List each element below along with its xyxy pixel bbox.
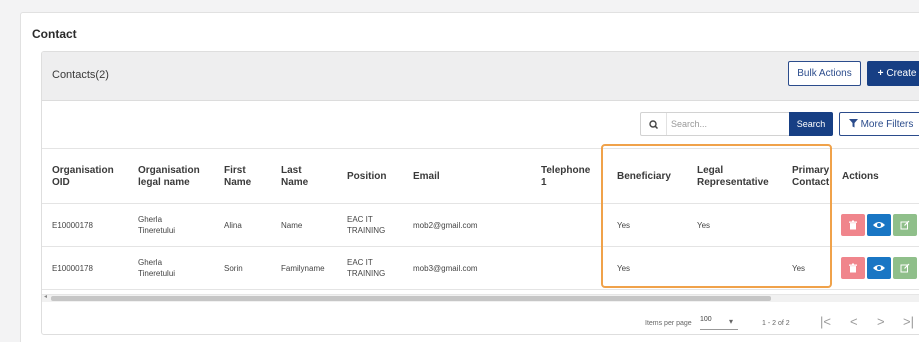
cell-last-name: Name xyxy=(281,221,303,230)
cell-org-name: Gherla Tineretului xyxy=(138,215,176,235)
cell-email: mob2@gmail.com xyxy=(413,221,478,230)
cell-position: EAC IT TRAINING xyxy=(347,258,386,278)
scrollbar-thumb[interactable] xyxy=(51,296,771,301)
search-input[interactable] xyxy=(666,113,788,135)
eye-icon xyxy=(873,265,885,271)
highlight-box xyxy=(601,144,832,288)
cell-email: mob3@gmail.com xyxy=(413,264,478,273)
section-title: Contact xyxy=(32,27,77,41)
col-position[interactable]: Position xyxy=(347,171,386,183)
bulk-actions-button[interactable]: Bulk Actions xyxy=(788,61,861,86)
edit-button[interactable] xyxy=(893,214,917,236)
col-org-name[interactable]: Organisation legal name xyxy=(138,165,200,189)
cell-last-name: Familyname xyxy=(281,264,325,273)
edit-icon xyxy=(900,220,910,230)
horizontal-scrollbar[interactable]: ◂ xyxy=(42,294,919,302)
cell-org-name: Gherla Tineretului xyxy=(138,258,176,278)
next-page-icon[interactable]: > xyxy=(877,314,885,329)
edit-button[interactable] xyxy=(893,257,917,279)
items-per-page-value: 100 xyxy=(700,316,712,323)
delete-button[interactable] xyxy=(841,214,865,236)
more-filters-button[interactable]: More Filters xyxy=(839,112,919,136)
trash-icon xyxy=(849,220,857,230)
page-range: 1 - 2 of 2 xyxy=(762,320,790,327)
col-last-name[interactable]: Last Name xyxy=(281,165,308,189)
more-filters-label: More Filters xyxy=(860,118,914,130)
cell-first-name: Sorin xyxy=(224,264,243,273)
eye-icon xyxy=(873,222,885,228)
edit-icon xyxy=(900,263,910,273)
cell-position: EAC IT TRAINING xyxy=(347,215,386,235)
last-page-icon[interactable]: >| xyxy=(903,314,914,329)
first-page-icon[interactable]: |< xyxy=(820,314,831,329)
col-email[interactable]: Email xyxy=(413,171,440,183)
card-header: Contacts(2) Bulk Actions + Create xyxy=(42,52,919,101)
create-button-label: Create xyxy=(886,68,917,79)
previous-page-icon[interactable]: < xyxy=(850,314,858,329)
col-actions: Actions xyxy=(842,171,879,182)
create-button[interactable]: + Create xyxy=(867,61,919,86)
plus-icon: + xyxy=(877,68,884,79)
view-button[interactable] xyxy=(867,214,891,236)
items-per-page-label: Items per page xyxy=(645,320,692,327)
card-title: Contacts(2) xyxy=(52,69,109,81)
cell-org-oid: E10000178 xyxy=(52,221,93,230)
chevron-down-icon[interactable]: ▾ xyxy=(729,317,733,326)
col-first-name[interactable]: First Name xyxy=(224,165,251,189)
scroll-left-icon[interactable]: ◂ xyxy=(44,293,47,300)
col-org-oid[interactable]: Organisation OID xyxy=(52,165,114,189)
cell-first-name: Alina xyxy=(224,221,242,230)
delete-button[interactable] xyxy=(841,257,865,279)
search-icon xyxy=(649,120,659,130)
search-button[interactable]: Search xyxy=(789,112,833,136)
col-telephone[interactable]: Telephone 1 xyxy=(541,165,590,189)
cell-org-oid: E10000178 xyxy=(52,264,93,273)
trash-icon xyxy=(849,263,857,273)
filter-icon xyxy=(848,118,858,127)
view-button[interactable] xyxy=(867,257,891,279)
